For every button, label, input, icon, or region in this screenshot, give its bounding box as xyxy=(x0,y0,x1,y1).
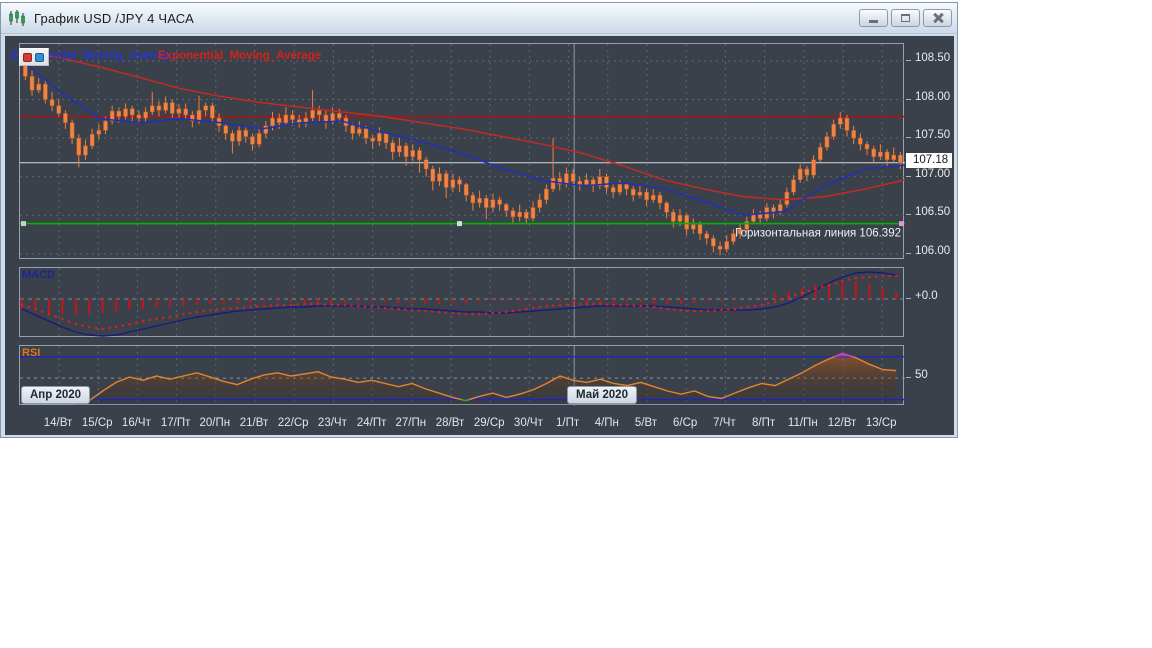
date-tick-label: 22/Ср xyxy=(277,417,309,429)
current-price-tag: 107.18 xyxy=(906,152,952,168)
month-chip-april[interactable]: Апр 2020 xyxy=(21,386,91,404)
series-red-button[interactable] xyxy=(23,52,32,62)
date-tick-label: 20/Пн xyxy=(199,417,231,429)
macd-dotted-line xyxy=(20,274,898,331)
close-icon xyxy=(933,13,943,23)
chart-window: График USD /JPY 4 ЧАСА Exponential_Movin… xyxy=(0,2,958,438)
macd-panel[interactable] xyxy=(19,267,905,338)
ema-red-line xyxy=(20,50,905,201)
date-tick-label: 21/Вт xyxy=(239,417,269,429)
line-handle xyxy=(899,221,904,227)
rsi-mid-label: 50 xyxy=(905,369,928,381)
month-chip-may[interactable]: Май 2020 xyxy=(567,386,637,404)
price-chart-panel[interactable]: Горизонтальная линия 106.392 xyxy=(19,43,905,260)
macd-axis: +0.0 xyxy=(905,267,954,337)
line-handle xyxy=(457,221,462,227)
candles-series xyxy=(23,49,903,256)
series-toolbar xyxy=(19,48,49,66)
date-tick-label: 6/Ср xyxy=(673,417,698,429)
macd-indicator-label: MACD xyxy=(22,269,55,281)
price-tick-label: 107.00 xyxy=(905,168,950,180)
minimize-icon xyxy=(869,20,878,23)
series-blue-button[interactable] xyxy=(35,52,44,62)
date-tick-label: 29/Ср xyxy=(473,417,505,429)
date-tick-label: 11/Пн xyxy=(787,417,818,429)
date-tick-label: 14/Вт xyxy=(43,417,73,429)
rsi-indicator-label: RSI xyxy=(22,347,41,359)
price-tick-label: 107.50 xyxy=(905,129,950,141)
line-handle xyxy=(21,221,26,227)
price-tick-label: 106.50 xyxy=(905,206,950,218)
date-tick-label: 1/Пт xyxy=(556,417,580,429)
date-tick-label: 15/Ср xyxy=(81,417,113,429)
window-title: График USD /JPY 4 ЧАСА xyxy=(34,10,194,26)
maximize-icon xyxy=(901,14,910,22)
macd-chart[interactable] xyxy=(20,268,905,338)
date-tick-label: 7/Чт xyxy=(713,417,736,429)
close-button[interactable] xyxy=(923,9,952,27)
legend-ema-red: Exponential_Moving_Average xyxy=(158,50,322,62)
horizontal-annotation-line[interactable]: Горизонтальная линия 106.392 xyxy=(20,221,905,240)
minimize-button[interactable] xyxy=(859,9,888,27)
date-tick-label: 13/Ср xyxy=(865,417,897,429)
date-tick-label: 23/Чт xyxy=(317,417,347,429)
candlestick-chart-icon xyxy=(9,10,25,26)
price-tick-label: 106.00 xyxy=(905,245,950,257)
date-tick-label: 24/Пт xyxy=(356,417,387,429)
maximize-button[interactable] xyxy=(891,9,920,27)
date-tick-label: 5/Вт xyxy=(634,417,658,429)
rsi-axis: 50 xyxy=(905,345,954,405)
rsi-panel[interactable] xyxy=(19,345,905,406)
date-tick-label: 4/Пн xyxy=(594,417,619,429)
macd-zero-label: +0.0 xyxy=(905,290,938,302)
date-tick-label: 16/Чт xyxy=(121,417,151,429)
price-chart[interactable]: Горизонтальная линия 106.392 xyxy=(20,44,905,260)
annotation-label: Горизонтальная линия 106.392 xyxy=(735,228,901,240)
date-tick-label: 17/Пт xyxy=(160,417,191,429)
date-tick-label: 28/Вт xyxy=(435,417,465,429)
date-axis: 14/Вт 15/Ср 16/Чт 17/Пт 20/Пн 21/Вт 22/Ср 23/Чт… xyxy=(19,413,904,433)
ema-blue-line xyxy=(20,58,905,217)
price-axis: 108.50 108.00 107.50 107.00 106.50 106.00 107.… xyxy=(905,43,954,259)
date-tick-label: 12/Вт xyxy=(827,417,857,429)
price-tick-label: 108.50 xyxy=(905,52,950,64)
date-tick-label: 30/Чт xyxy=(513,417,543,429)
chart-client-area: Exponential_Moving_Average Exponential_M… xyxy=(5,36,954,435)
rsi-chart[interactable] xyxy=(20,346,905,406)
date-tick-label: 27/Пн xyxy=(395,417,427,429)
macd-histogram xyxy=(21,280,898,315)
macd-signal-line xyxy=(21,271,897,337)
date-tick-label: 8/Пт xyxy=(752,417,776,429)
title-bar[interactable]: График USD /JPY 4 ЧАСА xyxy=(1,3,957,34)
rsi-fill xyxy=(75,353,897,406)
price-tick-label: 108.00 xyxy=(905,91,950,103)
